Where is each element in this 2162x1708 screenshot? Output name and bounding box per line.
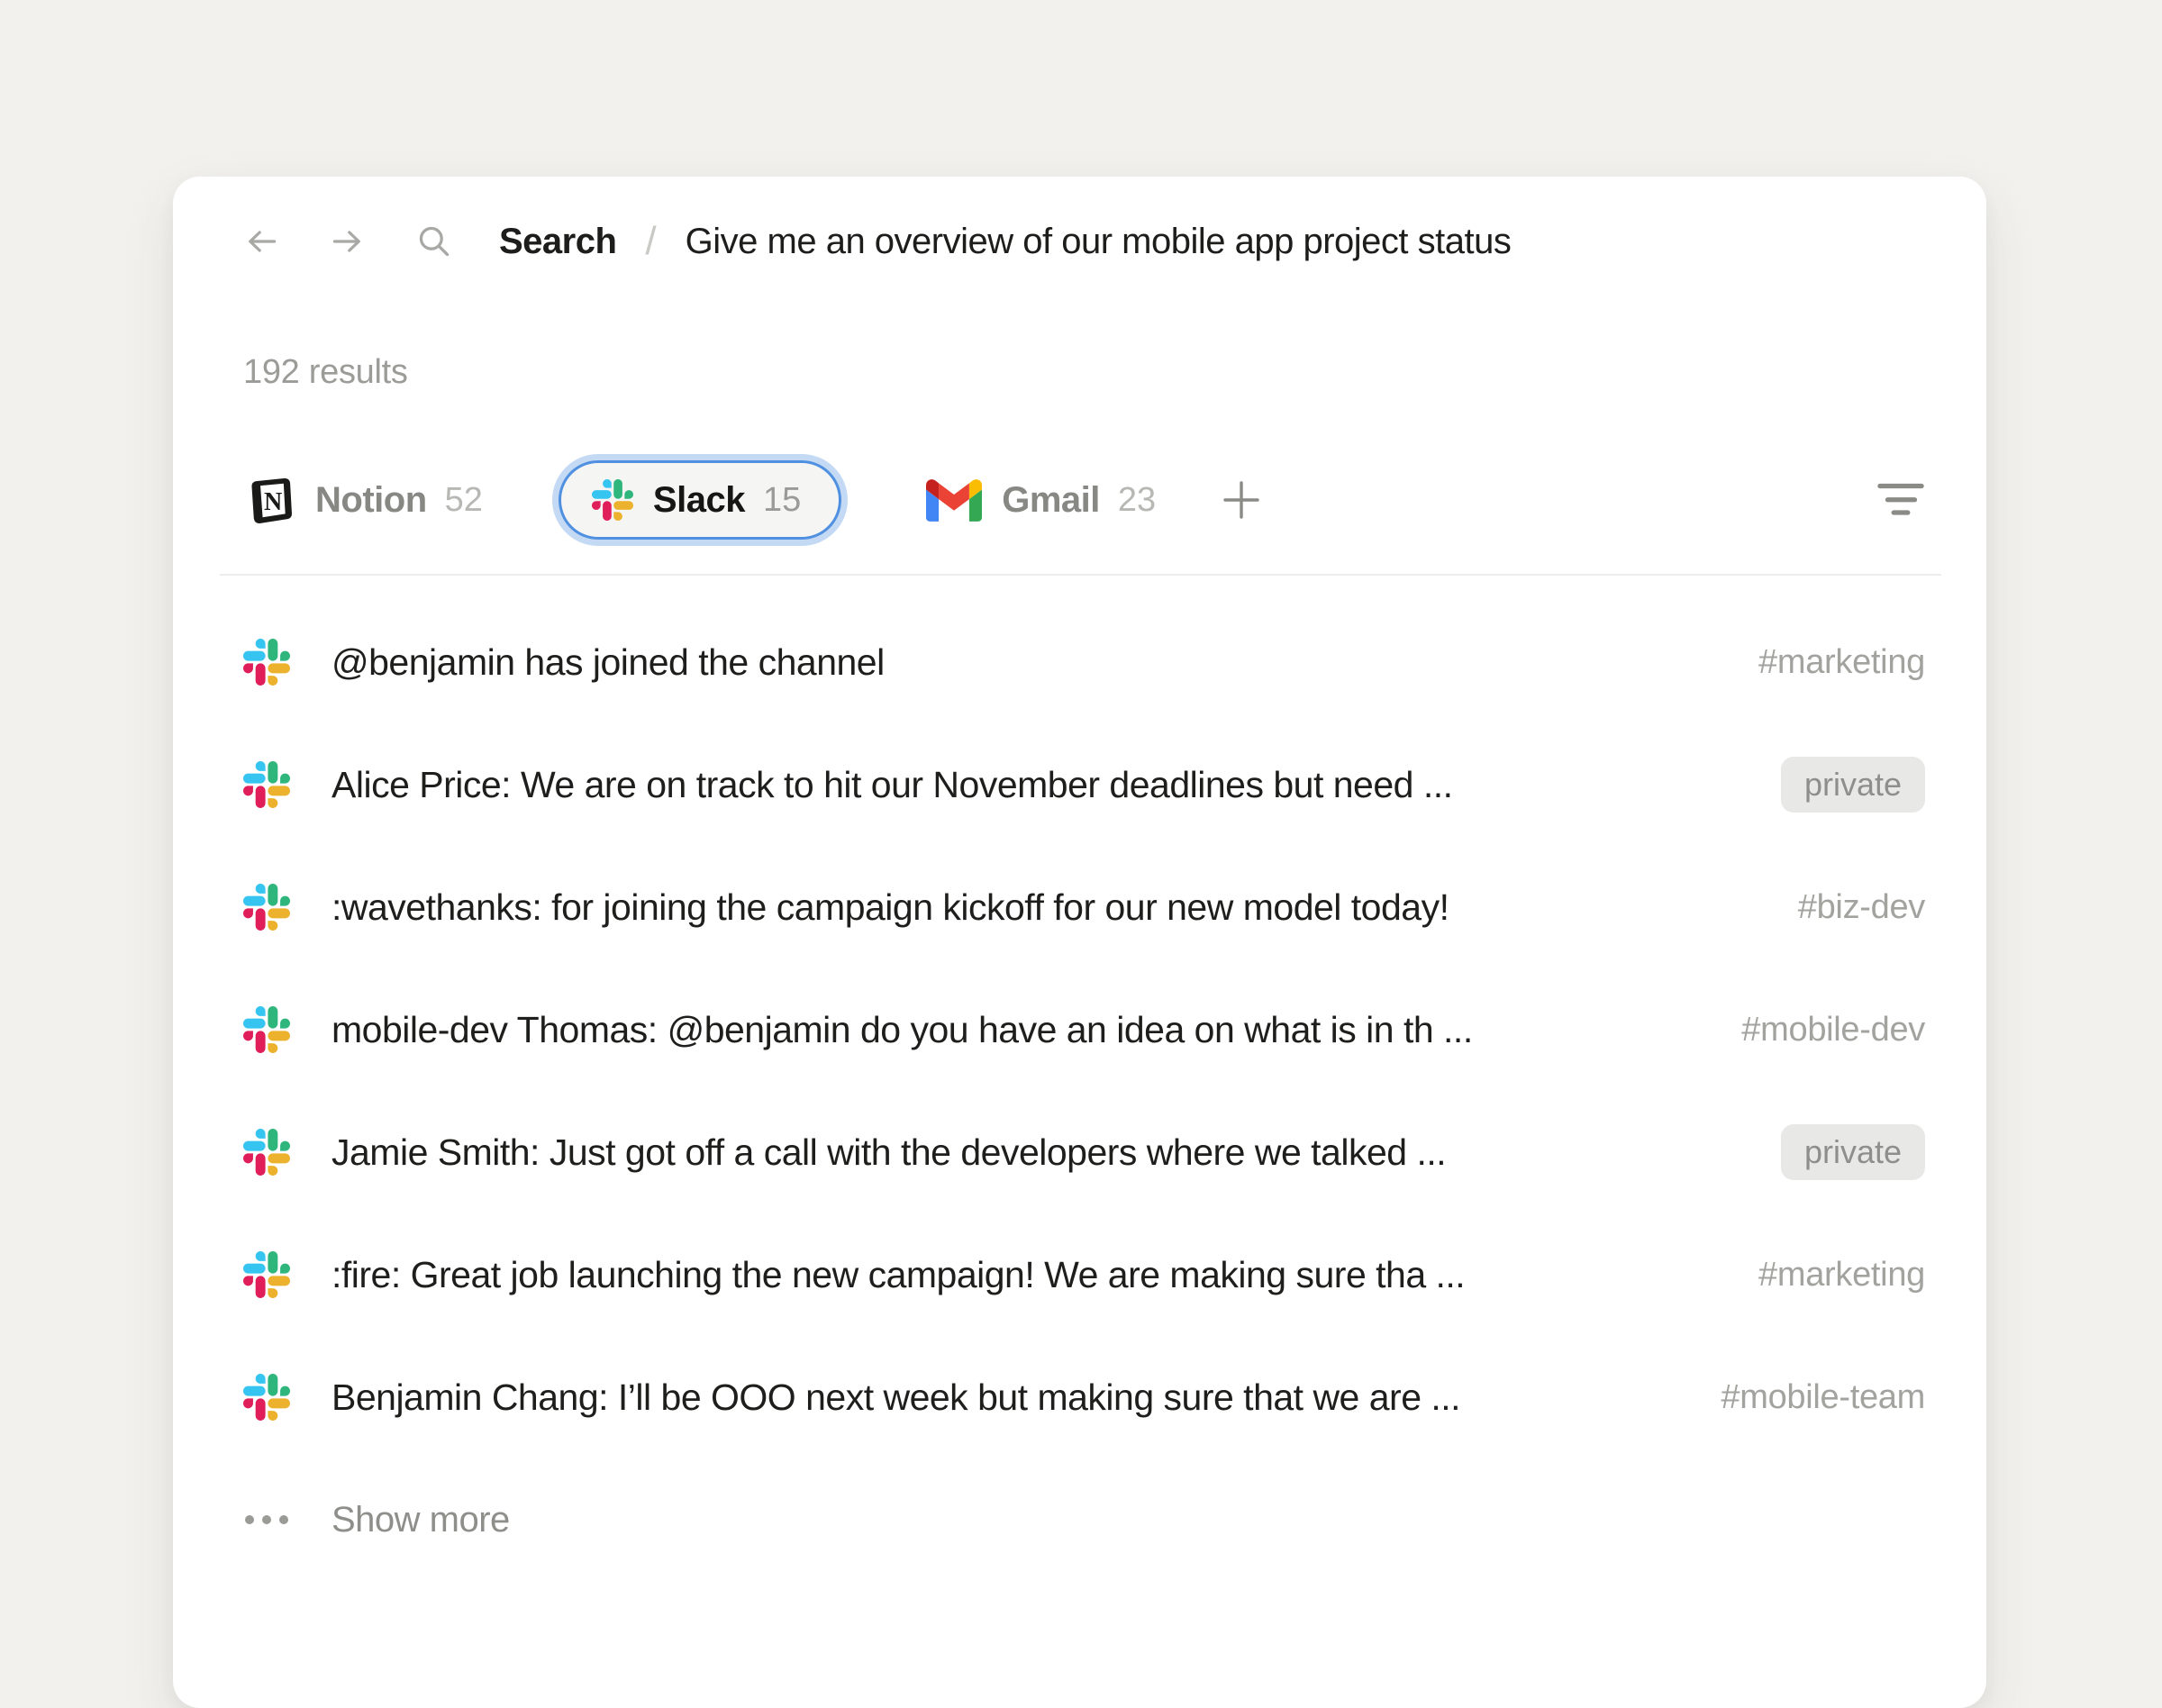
result-row[interactable]: @benjamin has joined the channel #market… (243, 601, 1925, 723)
filter-tabs: N Notion 52 Slack 15 (243, 459, 1925, 541)
arrow-left-icon (243, 223, 279, 259)
result-text: Benjamin Chang: I’ll be OOO next week bu… (332, 1376, 1685, 1419)
result-row[interactable]: :wavethanks: for joining the campaign ki… (243, 846, 1925, 968)
result-text: Jamie Smith: Just got off a call with th… (332, 1131, 1745, 1174)
tab-notion-count: 52 (445, 481, 483, 520)
forward-button[interactable] (330, 223, 366, 259)
tab-slack-label: Slack (653, 480, 745, 521)
result-text: Alice Price: We are on track to hit our … (332, 764, 1745, 806)
result-text: @benjamin has joined the channel (332, 641, 1722, 684)
slack-icon (243, 1129, 290, 1176)
breadcrumb-separator: / (645, 219, 656, 264)
result-channel: #mobile-dev (1741, 1011, 1925, 1049)
slack-icon (243, 761, 290, 808)
tab-slack[interactable]: Slack 15 (559, 460, 841, 540)
slack-icon (592, 479, 633, 521)
back-button[interactable] (243, 223, 279, 259)
slack-icon (243, 884, 290, 931)
tab-gmail-count: 23 (1118, 481, 1156, 520)
show-more-label: Show more (332, 1500, 510, 1540)
result-row[interactable]: Benjamin Chang: I’ll be OOO next week bu… (243, 1336, 1925, 1458)
arrow-right-icon (330, 223, 366, 259)
tab-notion[interactable]: N Notion 52 (243, 474, 483, 526)
search-window: Search / Give me an overview of our mobi… (173, 177, 1986, 1708)
result-text: mobile-dev Thomas: @benjamin do you have… (332, 1009, 1705, 1051)
result-row[interactable]: Jamie Smith: Just got off a call with th… (243, 1091, 1925, 1213)
tab-slack-count: 15 (763, 481, 801, 520)
search-label: Search (499, 222, 616, 262)
result-channel: #biz-dev (1798, 888, 1925, 927)
results-list: @benjamin has joined the channel #market… (243, 601, 1925, 1458)
result-row[interactable]: Alice Price: We are on track to hit our … (243, 723, 1925, 846)
slack-icon (243, 1251, 290, 1298)
ellipsis-icon (243, 1515, 290, 1524)
slack-icon (243, 639, 290, 686)
tab-gmail[interactable]: Gmail 23 (926, 479, 1156, 522)
results-count: 192 results (243, 353, 1925, 392)
add-filter-button[interactable] (1221, 479, 1262, 521)
slack-icon (243, 1374, 290, 1421)
tab-gmail-label: Gmail (1002, 480, 1100, 521)
svg-text:N: N (264, 488, 282, 516)
show-more-button[interactable]: Show more (243, 1458, 1925, 1581)
search-icon (416, 223, 452, 259)
result-row[interactable]: :fire: Great job launching the new campa… (243, 1213, 1925, 1336)
result-channel: #marketing (1758, 1256, 1925, 1295)
search-header: Search / Give me an overview of our mobi… (243, 218, 1925, 265)
result-channel: #mobile-team (1721, 1378, 1925, 1417)
filter-button[interactable] (1876, 482, 1925, 518)
slack-icon (243, 1006, 290, 1053)
tab-notion-label: Notion (315, 480, 427, 521)
result-text: :wavethanks: for joining the campaign ki… (332, 886, 1762, 929)
plus-icon (1221, 479, 1262, 521)
private-badge: private (1781, 757, 1925, 813)
private-badge: private (1781, 1124, 1925, 1180)
divider (220, 574, 1941, 576)
filter-lines-icon (1876, 482, 1925, 518)
gmail-icon (926, 479, 982, 522)
search-query[interactable]: Give me an overview of our mobile app pr… (686, 222, 1512, 262)
result-text: :fire: Great job launching the new campa… (332, 1254, 1722, 1296)
notion-icon: N (243, 474, 295, 526)
result-row[interactable]: mobile-dev Thomas: @benjamin do you have… (243, 968, 1925, 1091)
result-channel: #marketing (1758, 643, 1925, 682)
